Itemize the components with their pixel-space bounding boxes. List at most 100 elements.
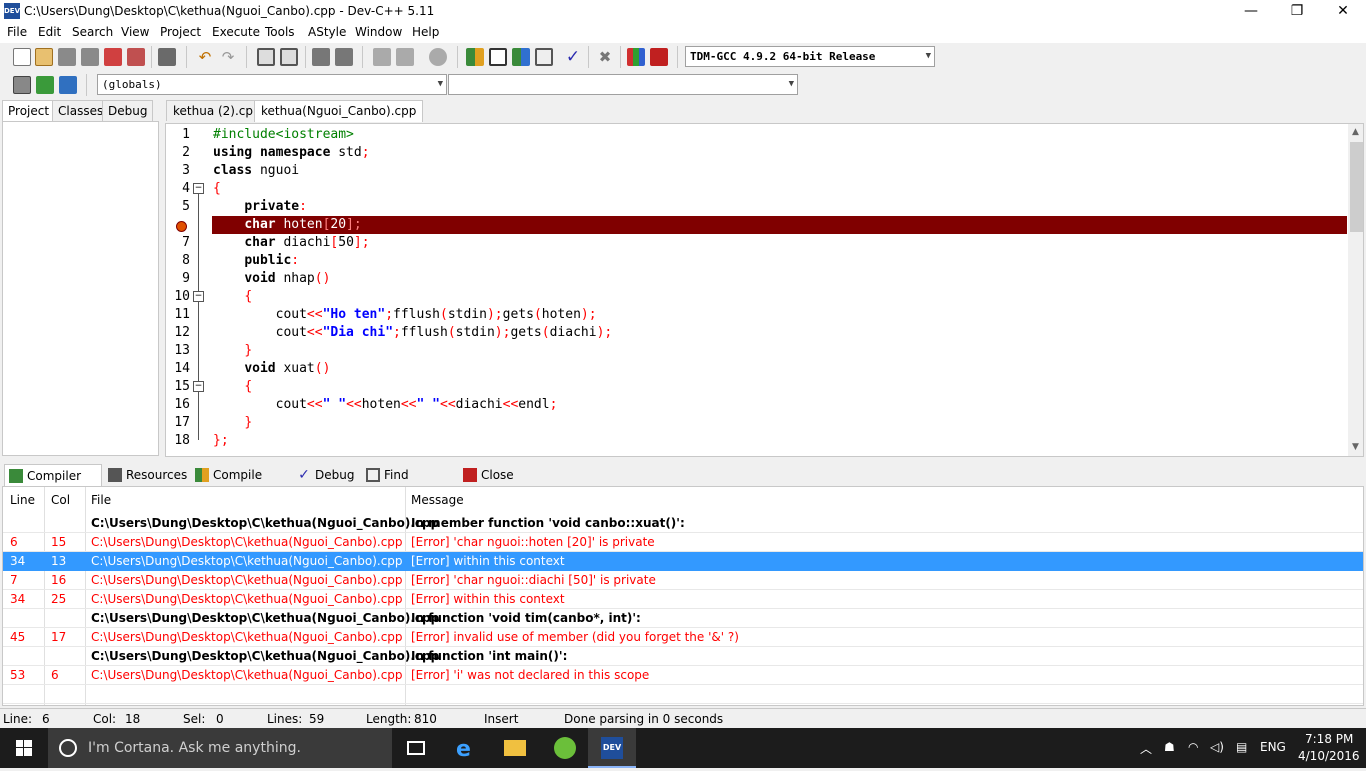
line-number: 15 xyxy=(174,379,190,394)
menu-help[interactable]: Help xyxy=(412,25,439,39)
file-tab-kethua-nguoi-canbo[interactable]: kethua(Nguoi_Canbo).cpp xyxy=(254,100,424,122)
tab-debug[interactable]: Debug xyxy=(102,100,154,121)
message-row[interactable]: C:\Users\Dung\Desktop\C\kethua(Nguoi_Can… xyxy=(3,514,1363,533)
file-explorer-app[interactable] xyxy=(490,728,538,768)
new-file-icon[interactable] xyxy=(13,48,31,66)
menu-view[interactable]: View xyxy=(121,25,149,39)
fold-toggle-icon[interactable]: − xyxy=(193,381,204,392)
notification-icon[interactable]: ▤ xyxy=(1236,740,1247,754)
message-file: C:\Users\Dung\Desktop\C\kethua(Nguoi_Can… xyxy=(91,516,440,530)
new-class-icon[interactable] xyxy=(13,76,31,94)
people-icon[interactable]: ☗ xyxy=(1164,740,1175,754)
tab-close[interactable]: Close xyxy=(459,464,519,486)
restore-button[interactable]: ❐ xyxy=(1274,0,1320,23)
menu-astyle[interactable]: AStyle xyxy=(308,25,346,39)
replace-icon[interactable] xyxy=(280,48,298,66)
language-indicator[interactable]: ENG xyxy=(1260,740,1286,754)
menu-search[interactable]: Search xyxy=(72,25,113,39)
code-line: char hoten[20]; xyxy=(244,217,362,232)
toggle-bookmark-icon[interactable] xyxy=(373,48,391,66)
delete-profile-icon[interactable] xyxy=(650,48,668,66)
start-button[interactable] xyxy=(0,728,48,768)
run-icon[interactable] xyxy=(489,48,507,66)
scope-select[interactable]: (globals) ▼ xyxy=(97,74,447,95)
clock-date[interactable]: 4/10/2016 xyxy=(1298,749,1360,763)
message-message: In function 'void tim(canbo*, int)': xyxy=(411,611,641,625)
scroll-down-icon[interactable]: ▼ xyxy=(1352,442,1359,452)
goto-bookmark-icon[interactable] xyxy=(396,48,414,66)
menu-file[interactable]: File xyxy=(7,25,27,39)
breakpoint-error-icon[interactable] xyxy=(176,221,187,232)
cortana-search[interactable]: I'm Cortana. Ask me anything. xyxy=(48,728,392,768)
edge-app[interactable]: e xyxy=(442,728,490,768)
undo-icon[interactable]: ↶ xyxy=(196,48,214,66)
message-row[interactable]: C:\Users\Dung\Desktop\C\kethua(Nguoi_Can… xyxy=(3,647,1363,666)
code-editor[interactable]: 1 2 3 4 5 7 8 9 10 11 12 13 14 15 16 17 … xyxy=(165,123,1364,457)
compile-run-icon[interactable] xyxy=(512,48,530,66)
tab-find-results[interactable]: Find Results xyxy=(362,464,458,504)
profile-icon[interactable] xyxy=(627,48,645,66)
minimize-button[interactable]: — xyxy=(1228,0,1274,23)
unindent-icon[interactable] xyxy=(335,48,353,66)
compile-icon[interactable] xyxy=(466,48,484,66)
message-row[interactable]: 45 17 C:\Users\Dung\Desktop\C\kethua(Nguoi… xyxy=(3,628,1363,647)
message-row[interactable]: C:\Users\Dung\Desktop\C\kethua(Nguoi_Can… xyxy=(3,609,1363,628)
indent-icon[interactable] xyxy=(312,48,330,66)
find-icon[interactable] xyxy=(257,48,275,66)
stop-execution-icon[interactable]: ✖ xyxy=(596,48,614,66)
task-view-button[interactable] xyxy=(392,728,440,768)
open-file-icon[interactable] xyxy=(35,48,53,66)
message-line: 34 xyxy=(10,554,26,568)
menu-bar: File Edit Search View Project Execute To… xyxy=(0,23,1366,43)
goto-line-icon[interactable] xyxy=(429,48,447,66)
close-window-button[interactable]: ✕ xyxy=(1320,0,1366,23)
fold-toggle-icon[interactable]: − xyxy=(193,291,204,302)
save-all-icon[interactable] xyxy=(81,48,99,66)
devcpp-app[interactable]: DEV xyxy=(588,728,636,768)
syntax-check-icon[interactable]: ✓ xyxy=(564,48,582,66)
message-row[interactable]: 34 13 C:\Users\Dung\Desktop\C\kethua(Nguoi… xyxy=(3,552,1363,571)
code-line: { xyxy=(213,181,221,196)
menu-edit[interactable]: Edit xyxy=(38,25,61,39)
print-icon[interactable] xyxy=(158,48,176,66)
message-row[interactable]: 7 16 C:\Users\Dung\Desktop\C\kethua(Nguoi_… xyxy=(3,571,1363,590)
project-tree[interactable] xyxy=(2,121,159,456)
tab-project[interactable]: Project xyxy=(2,100,56,122)
rebuild-all-icon[interactable] xyxy=(535,48,553,66)
tab-compiler[interactable]: Compiler (9) xyxy=(4,464,102,505)
close-all-icon[interactable] xyxy=(127,48,145,66)
message-file: C:\Users\Dung\Desktop\C\kethua(Nguoi_Can… xyxy=(91,573,403,587)
tab-resources[interactable]: Resources xyxy=(104,464,188,486)
scrollbar-thumb[interactable] xyxy=(1350,142,1363,232)
fold-toggle-icon[interactable]: − xyxy=(193,183,204,194)
message-row[interactable]: 6 15 C:\Users\Dung\Desktop\C\kethua(Nguoi_… xyxy=(3,533,1363,552)
compile-log-icon xyxy=(195,468,209,482)
tab-classes[interactable]: Classes xyxy=(52,100,110,121)
tab-debug-output[interactable]: ✓ Debug xyxy=(293,464,357,486)
insert-icon[interactable] xyxy=(36,76,54,94)
toggle-icon[interactable] xyxy=(59,76,77,94)
status-col-label: Col: xyxy=(93,712,117,726)
scroll-up-icon[interactable]: ▲ xyxy=(1352,127,1359,137)
member-select[interactable]: ▼ xyxy=(448,74,798,95)
message-row[interactable]: 34 25 C:\Users\Dung\Desktop\C\kethua(Nguoi… xyxy=(3,590,1363,609)
redo-icon[interactable]: ↷ xyxy=(219,48,237,66)
wifi-icon[interactable]: ◠ xyxy=(1188,740,1198,754)
message-col: 17 xyxy=(51,630,67,644)
cococ-app[interactable] xyxy=(540,728,588,768)
menu-tools[interactable]: Tools xyxy=(265,25,295,39)
tab-compile-log[interactable]: Compile Log xyxy=(191,464,289,504)
clock-time[interactable]: 7:18 PM xyxy=(1305,732,1353,746)
status-parse: Done parsing in 0 seconds xyxy=(564,712,724,726)
close-file-icon[interactable] xyxy=(104,48,122,66)
compiler-select[interactable]: TDM-GCC 4.9.2 64-bit Release ▼ xyxy=(685,46,935,67)
menu-project[interactable]: Project xyxy=(160,25,201,39)
menu-execute[interactable]: Execute xyxy=(212,25,260,39)
message-row[interactable]: 53 6 C:\Users\Dung\Desktop\C\kethua(Nguoi_… xyxy=(3,666,1363,685)
volume-icon[interactable]: ◁) xyxy=(1210,740,1224,754)
file-tab-kethua-2[interactable]: kethua (2).cpp xyxy=(166,100,268,121)
menu-window[interactable]: Window xyxy=(355,25,402,39)
save-icon[interactable] xyxy=(58,48,76,66)
message-file: C:\Users\Dung\Desktop\C\kethua(Nguoi_Can… xyxy=(91,649,440,663)
show-hidden-icons[interactable]: ︿ xyxy=(1140,740,1152,757)
